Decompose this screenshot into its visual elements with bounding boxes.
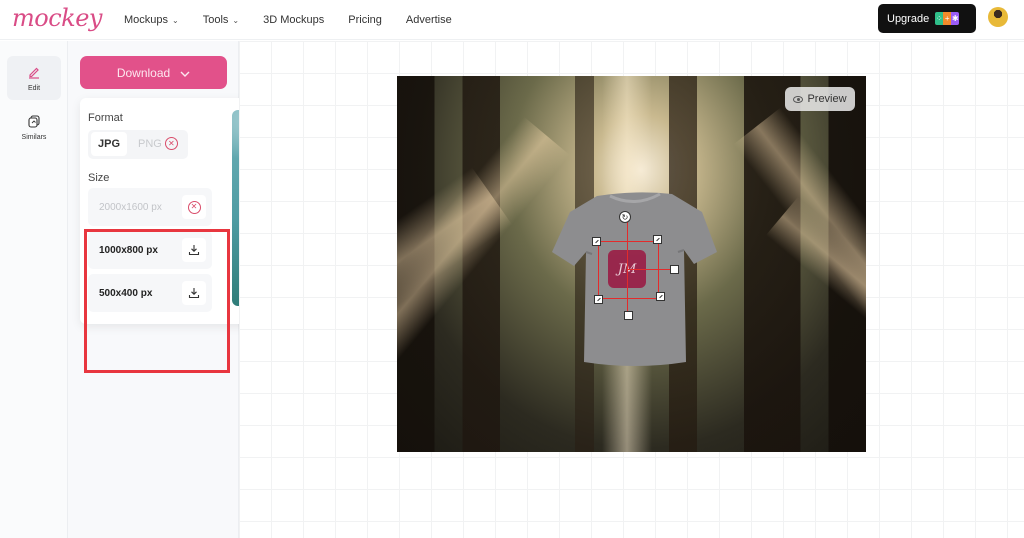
similars-icon bbox=[27, 114, 41, 131]
resize-handle-top-left[interactable] bbox=[592, 237, 601, 246]
rail-item-edit[interactable]: Edit bbox=[7, 56, 61, 100]
rotate-handle-icon[interactable]: ↻ bbox=[619, 211, 631, 223]
chevron-down-icon: ⌄ bbox=[232, 15, 240, 25]
rail-item-similars[interactable]: Similars bbox=[7, 105, 61, 149]
download-label: Download bbox=[116, 65, 171, 80]
rail-item-edit-label: Edit bbox=[27, 84, 41, 92]
upgrade-label: Upgrade bbox=[887, 12, 930, 25]
resize-handle-top-right[interactable] bbox=[653, 235, 662, 244]
format-png-option[interactable]: PNG ✕ bbox=[138, 137, 178, 150]
resize-handle-bottom-left[interactable] bbox=[594, 295, 603, 304]
resize-handle-bottom-right[interactable] bbox=[656, 292, 665, 301]
preview-button[interactable]: Preview bbox=[785, 87, 855, 111]
nav-tools[interactable]: Tools ⌄ bbox=[203, 14, 239, 26]
resize-handle-bottom[interactable] bbox=[624, 311, 633, 320]
left-rail: Edit Similars bbox=[0, 41, 68, 538]
star-badge-icon: ✱ bbox=[951, 12, 960, 25]
selection-center-horizontal bbox=[627, 269, 674, 270]
top-nav: mockey Mockups ⌄ Tools ⌄ 3D Mockups Pric… bbox=[0, 0, 1024, 40]
nav-tools-label: Tools bbox=[202, 14, 229, 26]
chevron-down-icon: ⌄ bbox=[172, 15, 179, 25]
upgrade-button[interactable]: Upgrade ⁘ + ✱ bbox=[878, 4, 976, 33]
chevron-down-icon bbox=[180, 66, 190, 80]
nav-3d-mockups-label: 3D Mockups bbox=[263, 14, 325, 26]
nav-mockups[interactable]: Mockups ⌄ bbox=[124, 14, 179, 26]
format-png-label: PNG bbox=[138, 137, 162, 150]
main-nav: Mockups ⌄ Tools ⌄ 3D Mockups Pricing Adv… bbox=[124, 0, 476, 40]
size-label: Size bbox=[88, 172, 110, 184]
user-avatar[interactable] bbox=[988, 7, 1008, 27]
locked-size-button[interactable]: ✕ bbox=[182, 195, 206, 219]
preview-label: Preview bbox=[807, 93, 847, 105]
locked-x-icon: ✕ bbox=[187, 200, 201, 214]
nav-mockups-label: Mockups bbox=[124, 14, 169, 26]
nav-3d-mockups[interactable]: 3D Mockups bbox=[263, 14, 324, 26]
size-option-label: 2000x1600 px bbox=[99, 201, 162, 213]
selection-edge-left bbox=[598, 241, 599, 299]
format-jpg-option[interactable]: JPG bbox=[91, 132, 127, 156]
nav-advertise[interactable]: Advertise bbox=[406, 14, 452, 26]
highlight-annotation-box bbox=[84, 229, 230, 373]
nav-advertise-label: Advertise bbox=[405, 14, 452, 26]
light-ray bbox=[397, 116, 570, 416]
selection-edge-top bbox=[598, 241, 658, 242]
mockey-logo[interactable]: mockey bbox=[12, 4, 102, 32]
plus-badge-icon: + bbox=[943, 12, 952, 25]
format-label: Format bbox=[88, 112, 123, 124]
premium-badges: ⁘ + ✱ bbox=[935, 12, 960, 25]
size-option-2000x1600[interactable]: 2000x1600 px ✕ bbox=[88, 188, 212, 226]
eye-icon bbox=[793, 95, 804, 103]
nav-pricing-label: Pricing bbox=[348, 14, 382, 26]
resize-handle-right[interactable] bbox=[670, 265, 679, 274]
rail-item-similars-label: Similars bbox=[21, 133, 47, 141]
download-button[interactable]: Download bbox=[80, 56, 227, 89]
pencil-icon bbox=[27, 65, 41, 82]
locked-x-icon: ✕ bbox=[164, 137, 178, 150]
sparkle-badge-icon: ⁘ bbox=[935, 12, 944, 25]
selection-edge-bottom bbox=[598, 298, 660, 299]
nav-pricing[interactable]: Pricing bbox=[348, 14, 382, 26]
